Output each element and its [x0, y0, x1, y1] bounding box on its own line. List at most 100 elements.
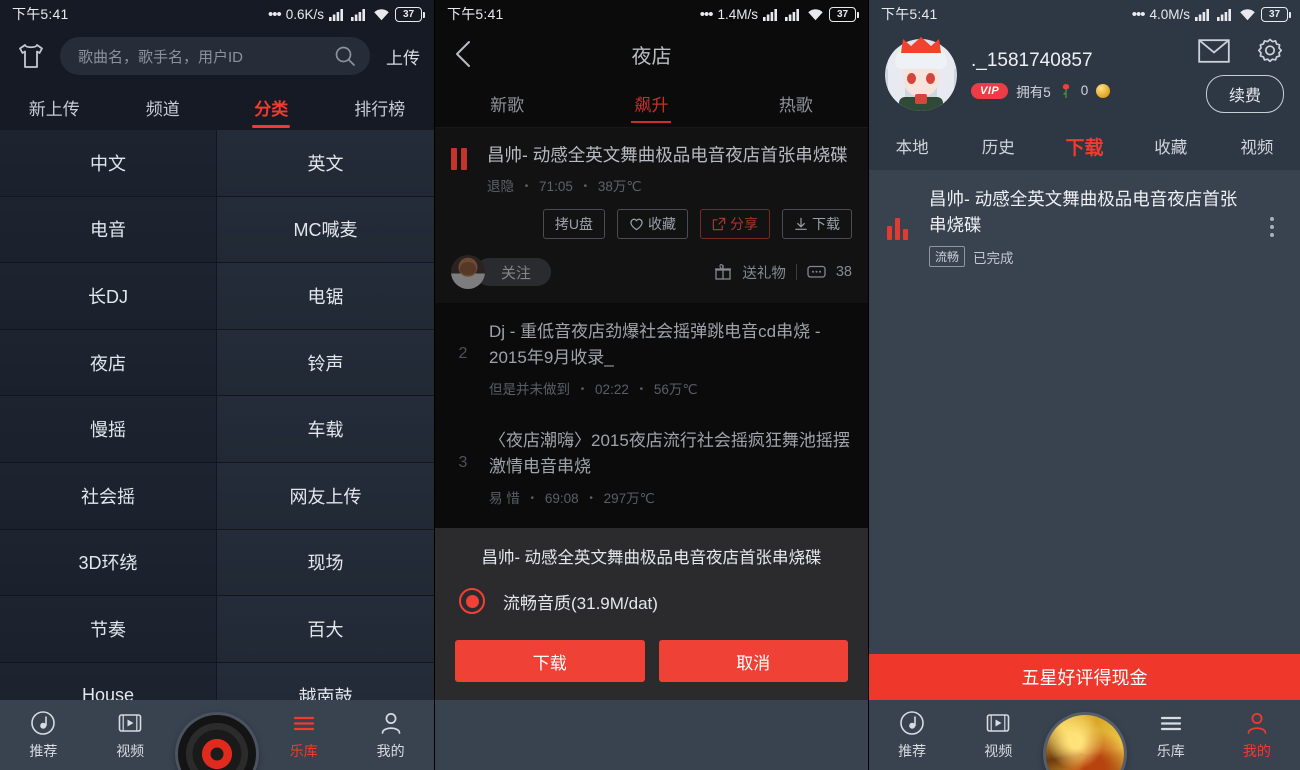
nav-item-mine[interactable]: 我的: [347, 710, 434, 761]
signal-bars-icon-2: [785, 8, 799, 21]
signal-bars-icon-1: [329, 8, 343, 21]
profile-tabs: 本地 历史 下载 收藏 视频: [869, 122, 1300, 170]
tab-category[interactable]: 分类: [217, 84, 326, 130]
comment-count: 38: [835, 264, 852, 280]
bottom-nav: [435, 700, 868, 770]
music-note-icon: [900, 710, 924, 735]
meta-separator: •: [580, 384, 585, 395]
game-avatar-icon[interactable]: [1045, 715, 1124, 770]
category-cell[interactable]: 长DJ: [0, 263, 217, 330]
category-cell[interactable]: 节奏: [0, 596, 217, 663]
vinyl-record-icon[interactable]: [177, 715, 256, 770]
tab-history[interactable]: 历史: [955, 122, 1041, 170]
expanded-song-item[interactable]: 昌帅- 动感全英文舞曲极品电音夜店首张串烧碟 退隐 • 71:05 • 38万℃…: [435, 128, 868, 303]
nav-item-video[interactable]: 视频: [87, 710, 174, 761]
download-list-item[interactable]: 昌帅- 动感全英文舞曲极品电音夜店首张串烧碟 流畅 已完成: [869, 170, 1300, 283]
song-uploader: 但是并未做到: [489, 382, 570, 397]
category-cell[interactable]: 中文: [0, 130, 217, 197]
song-list-item[interactable]: 3 〈夜店潮嗨〉2015夜店流行社会摇疯狂舞池摇摆激情电音串烧 易 惜 • 69…: [435, 412, 868, 521]
status-time: 下午5:41: [447, 6, 504, 22]
nav-item-library[interactable]: 乐库: [260, 710, 347, 761]
tab-hot-songs[interactable]: 热歌: [724, 80, 868, 127]
nav-item-video[interactable]: 视频: [955, 710, 1041, 761]
uploader-avatar[interactable]: [451, 255, 485, 289]
tab-channel[interactable]: 频道: [109, 84, 218, 130]
profile-header: ._1581740857 VIP 拥有5 0 续费: [869, 28, 1300, 122]
follow-button[interactable]: 关注: [475, 258, 552, 286]
network-speed: 0.6K/s: [285, 6, 324, 22]
category-cell[interactable]: 铃声: [217, 329, 434, 397]
status-time: 下午5:41: [881, 6, 938, 22]
gear-icon[interactable]: [1256, 37, 1284, 65]
meta-separator: •: [524, 181, 529, 192]
favorite-button[interactable]: 收藏: [617, 209, 688, 239]
library-header: 歌曲名，歌手名，用户ID 上传: [0, 28, 434, 84]
category-cell[interactable]: MC喊麦: [217, 196, 434, 264]
pause-icon[interactable]: [451, 142, 473, 195]
category-cell[interactable]: 英文: [217, 130, 434, 197]
radio-selected-icon[interactable]: [459, 588, 485, 614]
renew-button[interactable]: 续费: [1205, 75, 1284, 113]
nav-item-mine[interactable]: 我的: [1214, 710, 1300, 761]
share-button[interactable]: 分享: [700, 209, 770, 239]
tab-new-upload[interactable]: 新上传: [0, 84, 109, 130]
tab-videos[interactable]: 视频: [1214, 122, 1300, 170]
heart-icon: [630, 218, 643, 231]
nav-item-recommend[interactable]: 推荐: [869, 710, 955, 761]
upload-button[interactable]: 上传: [382, 44, 420, 69]
tab-local[interactable]: 本地: [869, 122, 955, 170]
meta-separator: •: [589, 493, 593, 504]
quality-option-row[interactable]: 流畅音质(31.9M/dat): [455, 588, 848, 614]
gift-label[interactable]: 送礼物: [742, 262, 786, 283]
search-input[interactable]: 歌曲名，歌手名，用户ID: [60, 37, 370, 75]
tab-favorites[interactable]: 收藏: [1128, 122, 1214, 170]
song-index: 3: [458, 454, 468, 471]
category-cell[interactable]: 社会摇: [0, 462, 217, 530]
category-cell[interactable]: 现场: [217, 529, 434, 597]
tshirt-icon[interactable]: [14, 39, 48, 73]
song-list-tabs: 新歌 飙升 热歌: [435, 80, 868, 128]
panel-song-list: 下午5:41 ••• 1.4M/s 37 夜店 新歌 飙升 热歌 昌帅- 动感全…: [434, 0, 868, 770]
meta-separator: •: [530, 493, 535, 504]
promo-banner[interactable]: 五星好评得现金: [869, 654, 1300, 700]
download-dialog: 昌帅- 动感全英文舞曲极品电音夜店首张串烧碟 流畅音质(31.9M/dat) 下…: [435, 528, 868, 700]
battery-indicator: 37: [1261, 6, 1291, 22]
network-speed: 1.4M/s: [717, 6, 758, 22]
avatar[interactable]: [885, 37, 957, 111]
copy-usb-button[interactable]: 拷U盘: [542, 209, 605, 239]
nav-label: 我的: [376, 742, 405, 759]
network-speed: 4.0M/s: [1149, 6, 1190, 22]
wifi-icon: [374, 8, 389, 20]
search-icon[interactable]: [334, 45, 356, 67]
nav-item-recommend[interactable]: 推荐: [0, 710, 87, 761]
tab-trending[interactable]: 飙升: [579, 80, 723, 127]
category-cell[interactable]: 百大: [217, 596, 434, 663]
profile-info: ._1581740857 VIP 拥有5 0: [971, 50, 1184, 101]
mail-icon[interactable]: [1198, 39, 1230, 63]
tab-ranking[interactable]: 排行榜: [326, 84, 435, 130]
coin-count: 0: [1080, 83, 1089, 98]
status-bar: 下午5:41 ••• 1.4M/s 37: [435, 0, 868, 28]
wifi-icon: [808, 8, 823, 20]
confirm-download-button[interactable]: 下载: [455, 640, 645, 682]
category-cell[interactable]: 慢摇: [0, 396, 217, 463]
tab-downloads[interactable]: 下载: [1041, 122, 1127, 170]
category-cell[interactable]: 车载: [217, 396, 434, 463]
download-button[interactable]: 下载: [782, 209, 852, 239]
status-bar: 下午5:41 ••• 4.0M/s 37: [869, 0, 1300, 28]
equalizer-bars-icon: [887, 214, 913, 240]
battery-indicator: 37: [829, 6, 859, 22]
song-uploader: 退隐: [487, 179, 514, 194]
category-cell[interactable]: 电锯: [217, 263, 434, 330]
category-cell[interactable]: 电音: [0, 196, 217, 264]
tab-new-songs[interactable]: 新歌: [435, 80, 579, 127]
song-list-item[interactable]: 2 Dj - 重低音夜店劲爆社会摇弹跳电音cd串烧 - 2015年9月收录_ 但…: [435, 303, 868, 412]
kebab-menu-icon[interactable]: [1262, 213, 1282, 241]
nav-item-library[interactable]: 乐库: [1128, 710, 1214, 761]
music-note-icon: [31, 710, 56, 735]
song-index: 2: [458, 345, 468, 362]
cancel-button[interactable]: 取消: [658, 640, 848, 682]
category-cell[interactable]: 3D环绕: [0, 529, 217, 597]
category-cell[interactable]: 夜店: [0, 329, 217, 397]
category-cell[interactable]: 网友上传: [217, 462, 434, 530]
